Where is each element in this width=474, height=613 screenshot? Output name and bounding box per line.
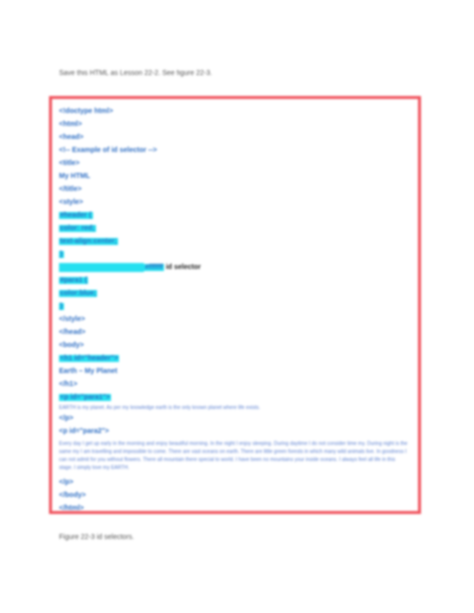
code-line: </p> [59,415,74,422]
code-line: My HTML [59,173,91,180]
code-line-highlighted: } [59,300,410,313]
code-line: <style> [59,199,84,206]
code-comment-line: <!-- Example of id selector --> [59,147,158,154]
paragraph-text: Every day I get up early in the morning … [59,441,408,471]
code-listing-box: <!doctype html> <html> <head> <!-- Examp… [49,96,421,514]
id-selector-note: id selector [165,264,201,271]
highlighted-code: color: red; [59,225,96,232]
highlighted-code: } [59,251,64,258]
code-line: <body> [59,342,84,349]
highlighted-code: } [59,303,64,310]
code-listing: <!doctype html> <html> <head> <!-- Examp… [59,105,410,515]
code-line-highlighted: color:blue; [59,287,410,300]
code-line: <head> [59,134,84,141]
code-line: </html> [59,505,84,512]
highlight-bar [59,262,144,272]
code-line-highlighted: <h1 id="header"> [59,352,410,365]
code-line-annotated: #ffffff id selector [59,261,410,274]
code-line-highlighted: } [59,248,410,261]
code-line-highlighted: #header { [59,209,410,222]
code-line-highlighted: #para1 { [59,274,410,287]
code-line: </title> [59,186,82,193]
code-line: </p> [59,479,74,486]
code-line: <!doctype html> [59,108,114,115]
code-line: </style> [59,316,86,323]
highlighted-code: text-align:center; [59,238,118,245]
code-line: <title> [59,160,80,167]
highlighted-code: <h1 id="header"> [59,355,120,362]
highlighted-code: #header { [59,212,93,219]
intro-text: Save this HTML as Lesson 22-2. See figur… [59,70,213,77]
document-page: Save this HTML as Lesson 22-2. See figur… [0,0,474,613]
code-line: Earth – My Planet [59,368,118,375]
code-line: <html> [59,121,82,128]
code-line-highlighted: text-align:center; [59,235,410,248]
code-line-highlighted: color: red; [59,222,410,235]
highlighted-code: #ffffff [144,264,164,271]
highlighted-code: <p id="para1"> [59,394,112,401]
code-line-highlighted: <p id="para1"> [59,391,410,404]
highlighted-code: color:blue; [59,290,98,297]
code-line: </head> [59,329,86,336]
highlighted-code: #para1 { [59,277,89,284]
code-line: <p id="para2"> [59,428,110,435]
paragraph-text: EARTH is my planet. As per my knowledge … [59,405,261,411]
code-line: </h1> [59,381,78,388]
code-line: </body> [59,492,86,499]
figure-caption: Figure 22-3 id selectors. [59,534,135,541]
